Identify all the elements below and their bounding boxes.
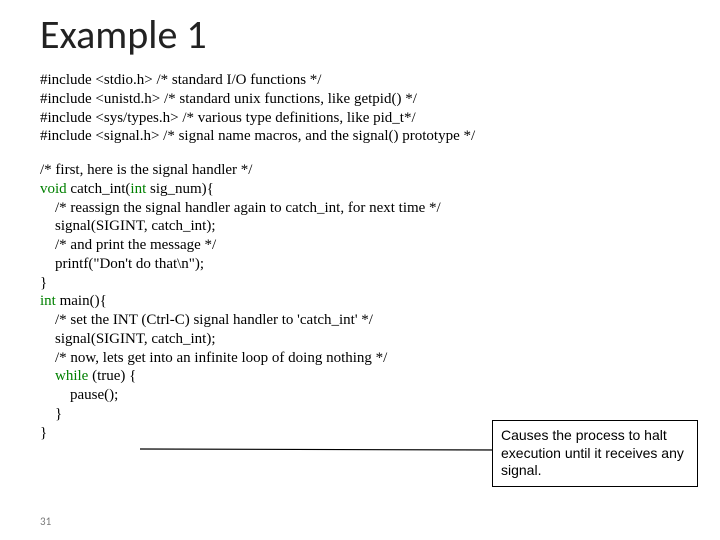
slide-title: Example 1 [40,10,680,59]
code-line: signal(SIGINT, catch_int); [40,217,680,236]
code-line: #include <unistd.h> /* standard unix fun… [40,90,680,109]
code-line: /* now, lets get into an infinite loop o… [40,349,680,368]
code-line: #include <signal.h> /* signal name macro… [40,127,680,146]
code-line: /* set the INT (Ctrl-C) signal handler t… [40,311,680,330]
code-line: while (true) { [40,367,680,386]
code-line: pause(); [40,386,680,405]
callout-box: Causes the process to halt execution unt… [492,420,698,487]
code-line: signal(SIGINT, catch_int); [40,330,680,349]
page-number: 31 [40,515,51,528]
code-line: void catch_int(int sig_num){ [40,180,680,199]
code-line: /* first, here is the signal handler */ [40,161,680,180]
code-line: printf("Don't do that\n"); [40,255,680,274]
code-line: #include <stdio.h> /* standard I/O funct… [40,71,680,90]
code-line: /* and print the message */ [40,236,680,255]
code-line: int main(){ [40,292,680,311]
code-line: } [40,274,680,293]
code-line: /* reassign the signal handler again to … [40,199,680,218]
code-line: #include <sys/types.h> /* various type d… [40,109,680,128]
code-block: #include <stdio.h> /* standard I/O funct… [40,71,680,442]
